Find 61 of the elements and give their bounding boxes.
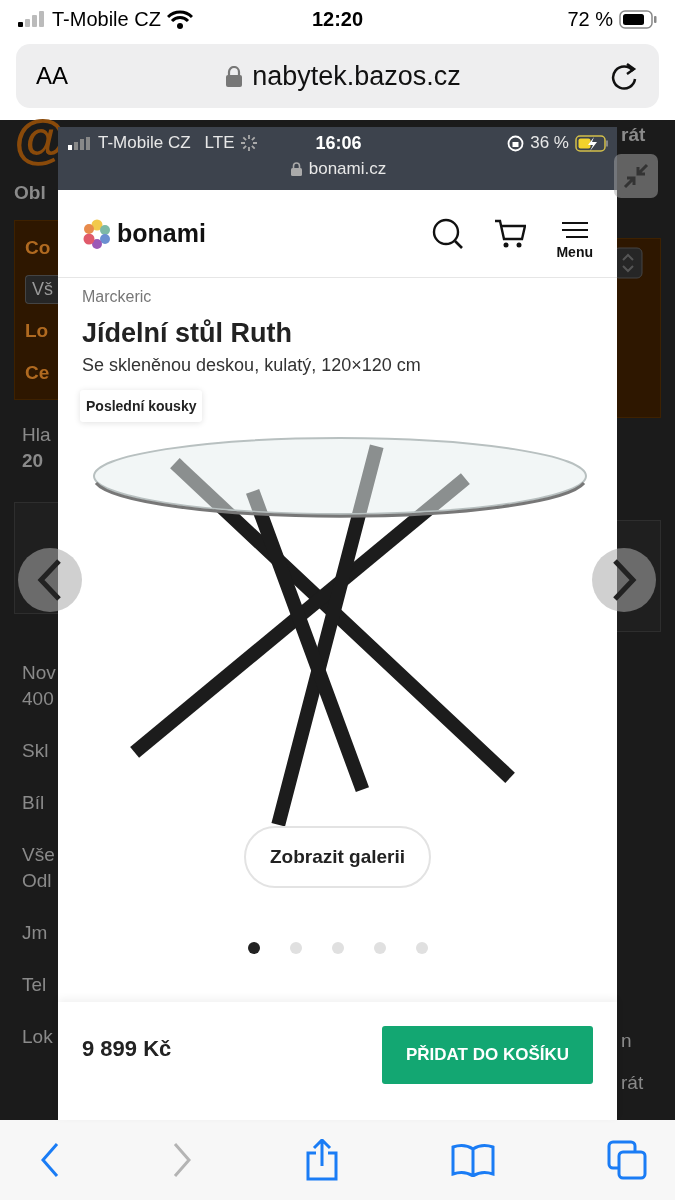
- page-dot[interactable]: [373, 942, 386, 954]
- battery-icon: [619, 9, 657, 29]
- page-text: Lok: [22, 1025, 54, 1049]
- collapse-button[interactable]: [614, 154, 658, 198]
- page-text: Bíl: [22, 791, 46, 815]
- wifi-icon: [166, 9, 193, 29]
- filter-label: Ce: [25, 361, 51, 385]
- clock-time: 16:06: [315, 132, 362, 154]
- menu-button[interactable]: Menu: [556, 207, 593, 260]
- network-type: LTE: [204, 133, 235, 153]
- rotation-lock-icon: [507, 134, 525, 152]
- page-dot[interactable]: [289, 942, 302, 954]
- page-text: rát: [621, 123, 647, 147]
- product-subtitle: Se skleněnou deskou, kulatý, 120×120 cm: [82, 355, 421, 376]
- region-label: Obl: [14, 181, 47, 205]
- chevron-left-icon: [37, 558, 63, 602]
- brand-name[interactable]: Marckeric: [82, 288, 152, 306]
- battery-percent: 72 %: [567, 7, 613, 31]
- cart-icon[interactable]: [494, 218, 527, 249]
- page-dot[interactable]: [331, 942, 344, 954]
- filter-label: Lo: [25, 319, 50, 343]
- page-dot[interactable]: [247, 942, 260, 954]
- page-text: Odl: [22, 869, 53, 893]
- logo-text: bonami: [117, 219, 206, 248]
- carrier-name: T-Mobile CZ: [52, 7, 161, 31]
- page-text: Hla: [22, 423, 52, 447]
- page-text: rát: [621, 1071, 645, 1095]
- price: 9 899 Kč: [82, 1036, 172, 1062]
- page-text: Jm: [22, 921, 49, 945]
- stock-badge: Poslední kousky: [80, 390, 203, 422]
- page-text: 400: [22, 687, 55, 711]
- signal-icon: [18, 11, 46, 27]
- reload-icon[interactable]: [611, 61, 639, 91]
- charging-battery-icon: [575, 134, 609, 152]
- search-icon[interactable]: [432, 217, 465, 250]
- collapse-icon: [622, 162, 650, 190]
- page-text: Nov: [22, 661, 57, 685]
- url-text: nabytek.bazos.cz: [252, 60, 461, 92]
- gallery-button[interactable]: Zobrazit galerii: [243, 826, 432, 888]
- page-text: n: [621, 1029, 633, 1053]
- page-text: Skl: [22, 739, 50, 763]
- carrier-name: T-Mobile CZ: [98, 133, 191, 153]
- battery-percent: 36 %: [530, 133, 569, 153]
- menu-icon: [560, 221, 589, 239]
- text-size-button[interactable]: AA: [36, 62, 76, 90]
- address-bar[interactable]: AA nabytek.bazos.cz: [16, 44, 659, 108]
- chevron-right-icon: [611, 558, 637, 602]
- clock-time: 12:20: [311, 7, 364, 31]
- select-field[interactable]: Vš: [25, 275, 59, 304]
- filter-label: Co: [25, 236, 52, 260]
- page-text: Tel: [22, 973, 48, 997]
- logo-icon: [82, 218, 112, 249]
- url-text: bonami.cz: [308, 159, 387, 179]
- product-title: Jídelní stůl Ruth: [82, 318, 292, 349]
- lock-icon: [226, 65, 243, 87]
- loading-spinner-icon: [240, 135, 257, 151]
- lock-icon: [290, 162, 302, 176]
- page-text: Vše: [22, 843, 56, 867]
- page-text: 20: [22, 449, 45, 473]
- page-dot[interactable]: [415, 942, 428, 954]
- signal-icon: [68, 136, 92, 150]
